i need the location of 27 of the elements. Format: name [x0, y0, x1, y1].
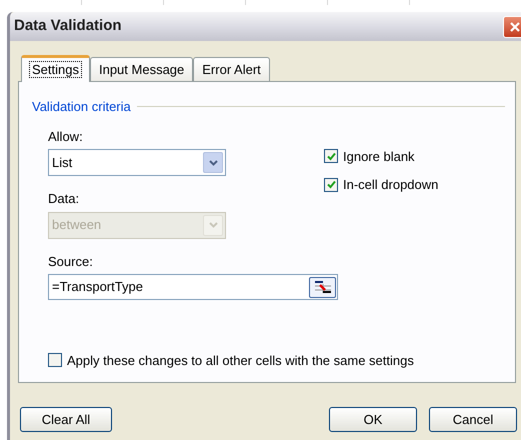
dropdown-value: between [52, 216, 102, 234]
range-picker-icon[interactable] [309, 276, 336, 298]
checkmark-icon [326, 152, 336, 161]
window-title: Data Validation [14, 16, 122, 36]
close-icon [509, 20, 521, 32]
checkbox[interactable] [48, 353, 62, 368]
field-label: Source: [48, 252, 94, 270]
checkbox[interactable] [324, 149, 338, 164]
dialog-button[interactable]: Cancel [429, 407, 517, 432]
tab[interactable]: Error Alert [193, 57, 270, 81]
source-field[interactable]: =TransportType [48, 274, 338, 300]
dialog-button[interactable]: Clear All [20, 407, 112, 432]
field-label: Data: [48, 190, 80, 208]
dropdown-field[interactable]: List [48, 149, 226, 176]
source-value: =TransportType [52, 278, 143, 296]
group-title: Validation criteria [32, 98, 131, 116]
checkbox-label: Ignore blank [343, 148, 415, 166]
field-label: Allow: [48, 128, 84, 146]
checkbox[interactable] [324, 178, 338, 192]
checkmark-icon [326, 180, 336, 190]
dropdown-value: List [52, 154, 72, 172]
checkbox-label: In-cell dropdown [343, 176, 438, 194]
close-button[interactable] [503, 16, 521, 38]
checkbox-label: Apply these changes to all other cells with the same settings [67, 352, 414, 370]
tab[interactable]: Settings [21, 55, 90, 82]
tab[interactable]: Input Message [90, 57, 194, 81]
dialog-button[interactable]: OK [329, 407, 417, 432]
